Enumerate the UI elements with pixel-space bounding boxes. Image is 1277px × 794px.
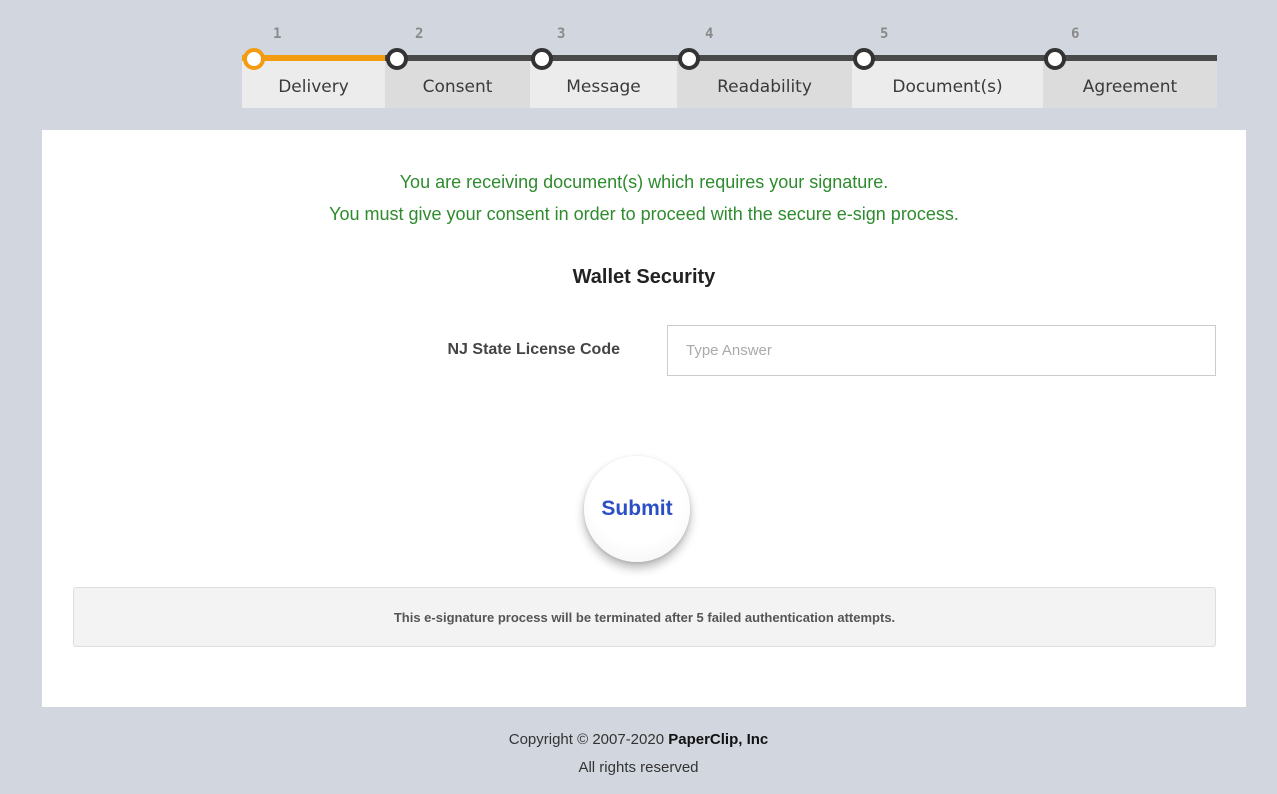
step-indicator-icon — [386, 48, 408, 70]
copyright-line: Copyright © 2007-2020 PaperClip, Inc — [0, 726, 1277, 754]
step-number: 4 — [705, 26, 714, 42]
notice-line-2: You must give your consent in order to p… — [329, 204, 959, 224]
step-number: 1 — [273, 26, 282, 42]
step-indicator-icon — [1044, 48, 1066, 70]
step-label: Consent — [385, 61, 530, 108]
consent-notice: You are receiving document(s) which requ… — [42, 166, 1246, 230]
step-documents[interactable]: 5 Document(s) — [852, 20, 1043, 108]
step-indicator-icon — [531, 48, 553, 70]
step-label: Agreement — [1043, 61, 1217, 108]
warning-text: This e-signature process will be termina… — [393, 609, 896, 625]
section-title: Wallet Security — [572, 266, 716, 288]
copyright-prefix: Copyright © 2007-2020 — [508, 731, 665, 748]
license-code-label: NJ State License Code — [447, 341, 621, 358]
step-consent[interactable]: 2 Consent — [385, 20, 530, 108]
company-name: PaperClip, Inc — [668, 731, 769, 748]
step-message[interactable]: 3 Message — [530, 20, 677, 108]
footer: Copyright © 2007-2020 PaperClip, Inc All… — [0, 726, 1277, 782]
license-code-input[interactable] — [667, 325, 1216, 376]
step-indicator-icon — [678, 48, 700, 70]
step-number: 2 — [415, 26, 424, 42]
step-agreement[interactable]: 6 Agreement — [1043, 20, 1217, 108]
rights-line: All rights reserved — [578, 759, 699, 776]
step-indicator-icon — [853, 48, 875, 70]
step-label: Document(s) — [852, 61, 1043, 108]
step-label: Message — [530, 61, 677, 108]
notice-line-1: You are receiving document(s) which requ… — [399, 172, 889, 192]
step-indicator-icon — [243, 48, 265, 70]
step-number: 3 — [557, 26, 566, 42]
submit-button[interactable]: Submit — [584, 456, 690, 562]
attempts-warning: This e-signature process will be termina… — [73, 587, 1216, 647]
step-label: Delivery — [242, 61, 385, 108]
progress-stepper: 1 Delivery 2 Consent 3 Message 4 Readabi… — [242, 20, 1217, 108]
authentication-card: You are receiving document(s) which requ… — [42, 130, 1246, 707]
step-label: Readability — [677, 61, 852, 108]
step-number: 5 — [880, 26, 889, 42]
step-delivery[interactable]: 1 Delivery — [242, 20, 385, 108]
step-readability[interactable]: 4 Readability — [677, 20, 852, 108]
step-number: 6 — [1071, 26, 1080, 42]
